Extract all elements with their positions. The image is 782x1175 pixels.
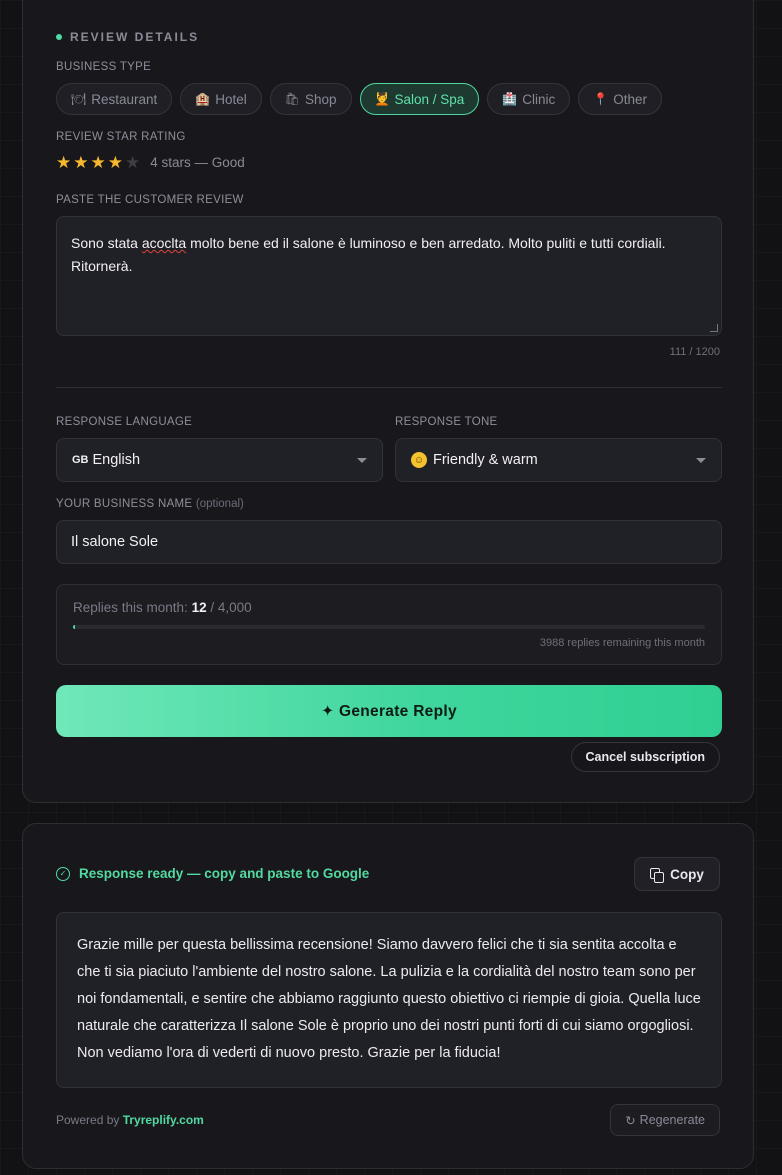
regenerate-button[interactable]: ↻ Regenerate (610, 1104, 720, 1136)
misspelled-word: acoclta (141, 235, 187, 251)
review-details-card: REVIEW DETAILS BUSINESS TYPE 🍽 Restauran… (22, 0, 754, 803)
chip-restaurant[interactable]: 🍽 Restaurant (56, 83, 173, 115)
copy-button[interactable]: Copy (634, 857, 720, 891)
star-icon[interactable]: ★ (108, 154, 123, 171)
usage-progress-fill (73, 625, 75, 629)
star-empty-icon[interactable]: ★ (125, 154, 140, 171)
copy-icon (650, 867, 665, 883)
star-icon[interactable]: ★ (56, 154, 71, 171)
chip-other[interactable]: 📍 Other (578, 83, 662, 115)
resize-handle-icon[interactable] (710, 324, 718, 332)
star-icon[interactable]: ★ (91, 154, 106, 171)
pin-icon: 📍 (593, 92, 609, 106)
business-type-label: BUSINESS TYPE (56, 61, 152, 73)
status-dot-icon (56, 34, 62, 40)
hospital-icon: 🏥 (502, 92, 518, 106)
usage-used: 12 (191, 600, 207, 615)
cancel-subscription-button[interactable]: Cancel subscription (570, 742, 720, 772)
chip-hotel[interactable]: 🏨 Hotel (180, 83, 262, 115)
chip-clinic[interactable]: 🏥 Clinic (487, 83, 571, 115)
star-icon[interactable]: ★ (73, 154, 88, 171)
powered-by: Powered by Tryreplify.com (56, 1113, 204, 1127)
divider (56, 387, 722, 388)
usage-progress-bar (73, 625, 705, 629)
smile-icon: ☺ (411, 452, 427, 468)
star-rating: ★ ★ ★ ★ ★ 4 stars — Good (56, 154, 245, 171)
business-name-label: YOUR BUSINESS NAME (optional) (56, 498, 244, 510)
business-type-chips: 🍽 Restaurant 🏨 Hotel 🛍 Shop 💆 Salon / Sp… (56, 83, 662, 115)
chevron-down-icon (357, 457, 367, 463)
tone-label: RESPONSE TONE (395, 416, 498, 428)
powered-link[interactable]: Tryreplify.com (123, 1113, 204, 1127)
business-name-input[interactable]: Il salone Sole (56, 520, 722, 564)
review-textarea[interactable]: Sono stata acoclta molto bene ed il salo… (56, 216, 722, 336)
usage-remaining: 3988 replies remaining this month (539, 637, 705, 649)
chevron-down-icon (696, 457, 706, 463)
language-label: RESPONSE LANGUAGE (56, 416, 193, 428)
response-status: ✓ Response ready — copy and paste to Goo… (56, 866, 369, 881)
restaurant-icon: 🍽 (71, 92, 87, 106)
massage-icon: 💆 (374, 92, 390, 106)
chip-salon-spa[interactable]: 💆 Salon / Spa (359, 83, 480, 115)
review-label: PASTE THE CUSTOMER REVIEW (56, 194, 244, 206)
usage-panel: Replies this month: 12 / 4,000 3988 repl… (56, 584, 722, 665)
hotel-icon: 🏨 (195, 92, 211, 106)
check-circle-icon: ✓ (56, 866, 70, 881)
refresh-icon: ↻ (625, 1113, 636, 1128)
gb-flag-icon: GB (72, 454, 89, 466)
rating-label: REVIEW STAR RATING (56, 131, 186, 143)
char-counter: 111 / 1200 (669, 346, 720, 358)
response-card: ✓ Response ready — copy and paste to Goo… (22, 823, 754, 1169)
reply-text[interactable]: Grazie mille per questa bellissima recen… (56, 912, 722, 1088)
generate-reply-button[interactable]: ✦ Generate Reply (56, 685, 722, 737)
section-title: REVIEW DETAILS (56, 30, 199, 44)
shopping-bags-icon: 🛍 (284, 92, 300, 106)
language-select[interactable]: GB English (56, 438, 383, 482)
chip-shop[interactable]: 🛍 Shop (269, 83, 352, 115)
tone-select[interactable]: ☺ Friendly & warm (395, 438, 722, 482)
usage-summary: Replies this month: 12 / 4,000 (73, 600, 252, 615)
rating-caption: 4 stars — Good (150, 155, 245, 170)
